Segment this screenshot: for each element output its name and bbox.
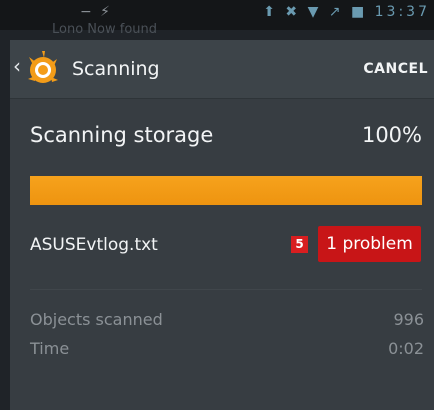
status-right-icons: ⬆ ✖ ▼ ↗ ■ 13:37 [263, 4, 430, 20]
cancel-button[interactable]: CANCEL [363, 61, 428, 77]
marker-number-badge: 5 [291, 236, 308, 253]
time-label: Time [30, 339, 70, 358]
status-left-icons: − ⚡ [80, 4, 113, 20]
objects-scanned-value: 996 [393, 310, 424, 329]
scan-percent: 100% [361, 123, 422, 147]
chevron-left-icon[interactable]: ‹ [13, 56, 21, 76]
action-bar: ‹ Scanning CANCEL [10, 40, 434, 99]
objects-scanned-label: Objects scanned [30, 310, 163, 329]
notification-ghost-text: Lono Now found [52, 22, 157, 37]
time-value: 0:02 [388, 339, 424, 358]
problem-badge-button[interactable]: 1 problem [318, 226, 421, 262]
scan-progress-fill [30, 176, 422, 205]
scan-status-label: Scanning storage [30, 123, 214, 147]
app-window: − ⚡ ⬆ ✖ ▼ ↗ ■ 13:37 Lono Now found ‹ Sca… [0, 0, 434, 410]
page-title: Scanning [72, 58, 160, 80]
avast-logo-icon[interactable] [23, 49, 63, 89]
status-bar: − ⚡ ⬆ ✖ ▼ ↗ ■ 13:37 Lono Now found [0, 0, 434, 37]
scan-panel: Scanning storage 100% ASUSEvtlog.txt 5 1… [10, 99, 434, 410]
divider [30, 289, 422, 290]
scan-progress-bar [30, 176, 422, 205]
result-file-name: ASUSEvtlog.txt [30, 235, 158, 255]
